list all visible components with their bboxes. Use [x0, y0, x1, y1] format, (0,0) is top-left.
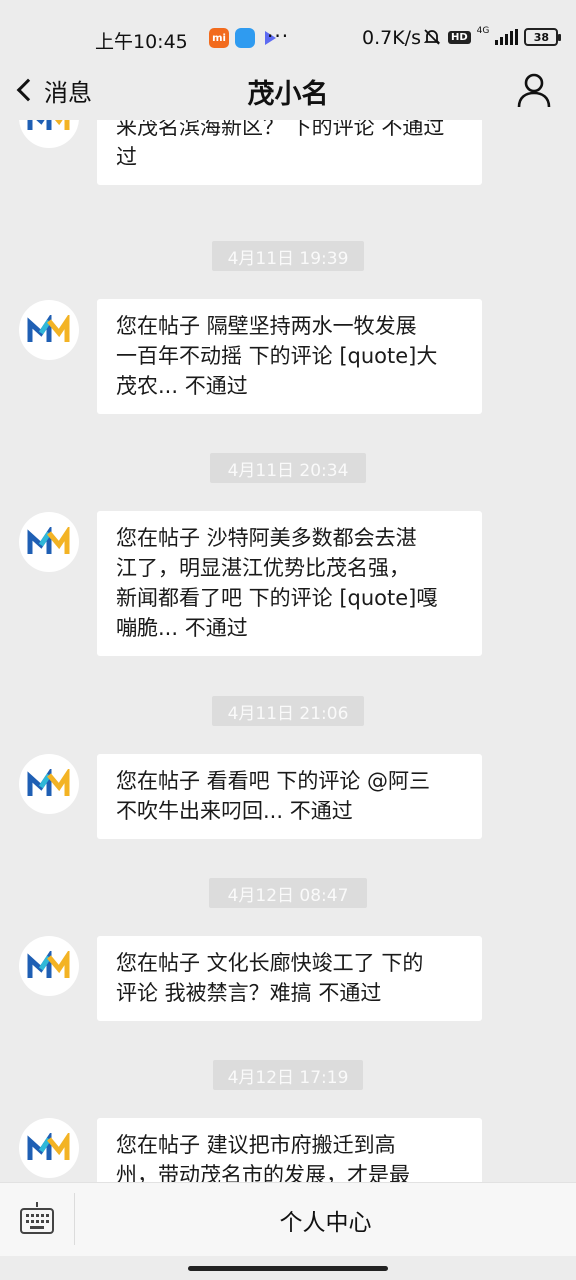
message-line: 来茂名滨海新区？ 下的评论 不通过 — [116, 120, 445, 139]
message-line: 评论 我被禁言？难搞 不通过 — [116, 981, 382, 1005]
maoming-logo-icon — [27, 1133, 70, 1160]
page-title: 茂小名 — [247, 79, 329, 110]
network-speed: 0.7K/s — [362, 27, 421, 49]
hd-badge: HD — [448, 30, 471, 44]
message-line: 您在帖子 建议把市府搬迁到高 — [116, 1133, 396, 1157]
message-line: 一百年不动摇 下的评论 [quote]大 — [116, 344, 438, 368]
message-line: 您在帖子 沙特阿美多数都会去湛 — [116, 526, 417, 550]
notification-icons: mi — [209, 28, 276, 48]
maoming-logo-icon — [27, 315, 70, 342]
message-bubble[interactable]: 您在帖子 沙特阿美多数都会去湛 江了，明显湛江优势比茂名强， 新闻都看了吧 下的… — [97, 511, 482, 656]
avatar[interactable] — [19, 1118, 79, 1178]
message-timestamp: 4月12日 08:47 — [209, 878, 367, 908]
avatar[interactable] — [19, 512, 79, 572]
message-line: 您在帖子 看看吧 下的评论 @阿三 — [116, 769, 431, 793]
avatar[interactable] — [19, 936, 79, 996]
avatar[interactable] — [19, 754, 79, 814]
keyboard-icon[interactable] — [19, 1201, 55, 1237]
message-line: 您在帖子 隔壁坚持两水一牧发展 — [116, 314, 417, 338]
message-line: 州，带动茂名市的发展，才是最 — [116, 1163, 410, 1182]
message-timestamp: 4月11日 20:34 — [210, 453, 366, 483]
message-bubble[interactable]: 您在帖子 隔壁坚持两水一牧发展 一百年不动摇 下的评论 [quote]大 茂农.… — [97, 299, 482, 414]
avatar[interactable] — [19, 300, 79, 360]
bottom-menu-bar: 个人中心 — [0, 1182, 576, 1256]
bell-muted-icon — [423, 29, 441, 45]
message-timestamp: 4月12日 17:19 — [213, 1060, 363, 1090]
maoming-logo-icon — [27, 527, 70, 554]
nav-bar: 消息 茂小名 — [0, 60, 576, 120]
mi-icon: mi — [209, 28, 229, 48]
message-bubble[interactable]: 您在帖子 文化长廊快竣工了 下的 评论 我被禁言？难搞 不通过 — [97, 936, 482, 1021]
personal-center-menu[interactable]: 个人中心 — [75, 1203, 576, 1237]
maoming-logo-icon — [27, 951, 70, 978]
battery-level: 38 — [533, 30, 550, 44]
message-bubble[interactable]: 您在帖子 建议把市府搬迁到高 州，带动茂名市的发展，才是最 — [97, 1118, 482, 1182]
status-indicators: HD 4G 38 — [422, 26, 562, 47]
message-line: 不吹牛出来叼回... 不通过 — [116, 799, 353, 823]
signal-icon — [495, 29, 519, 45]
profile-icon[interactable] — [514, 70, 554, 110]
message-line: 新闻都看了吧 下的评论 [quote]嘎 — [116, 586, 438, 610]
message-bubble[interactable]: 您在帖子 看看吧 下的评论 @阿三 不吹牛出来叼回... 不通过 — [97, 754, 482, 839]
message-line: 茂农... 不通过 — [116, 374, 248, 398]
avatar[interactable] — [19, 120, 79, 148]
app-notification-icon — [235, 28, 255, 48]
message-timestamp: 4月11日 21:06 — [212, 696, 364, 726]
network-type: 4G — [476, 26, 490, 36]
message-timestamp: 4月11日 19:39 — [212, 241, 364, 271]
message-list[interactable]: 来茂名滨海新区？ 下的评论 不通过 过 4月11日 19:39 您在帖子 隔壁坚… — [0, 120, 576, 1182]
maoming-logo-icon — [27, 769, 70, 796]
message-line: 过 — [116, 145, 137, 169]
maoming-logo-icon — [27, 120, 70, 130]
message-line: 嘣脆... 不通过 — [116, 616, 248, 640]
more-notifications-icon: ··· — [267, 24, 290, 48]
message-bubble[interactable]: 来茂名滨海新区？ 下的评论 不通过 过 — [97, 120, 482, 185]
battery-icon: 38 — [524, 28, 562, 46]
status-time: 上午10:45 — [95, 31, 188, 53]
home-indicator[interactable] — [188, 1266, 388, 1271]
message-line: 您在帖子 文化长廊快竣工了 下的 — [116, 951, 424, 975]
message-line: 江了，明显湛江优势比茂名强， — [116, 556, 410, 580]
